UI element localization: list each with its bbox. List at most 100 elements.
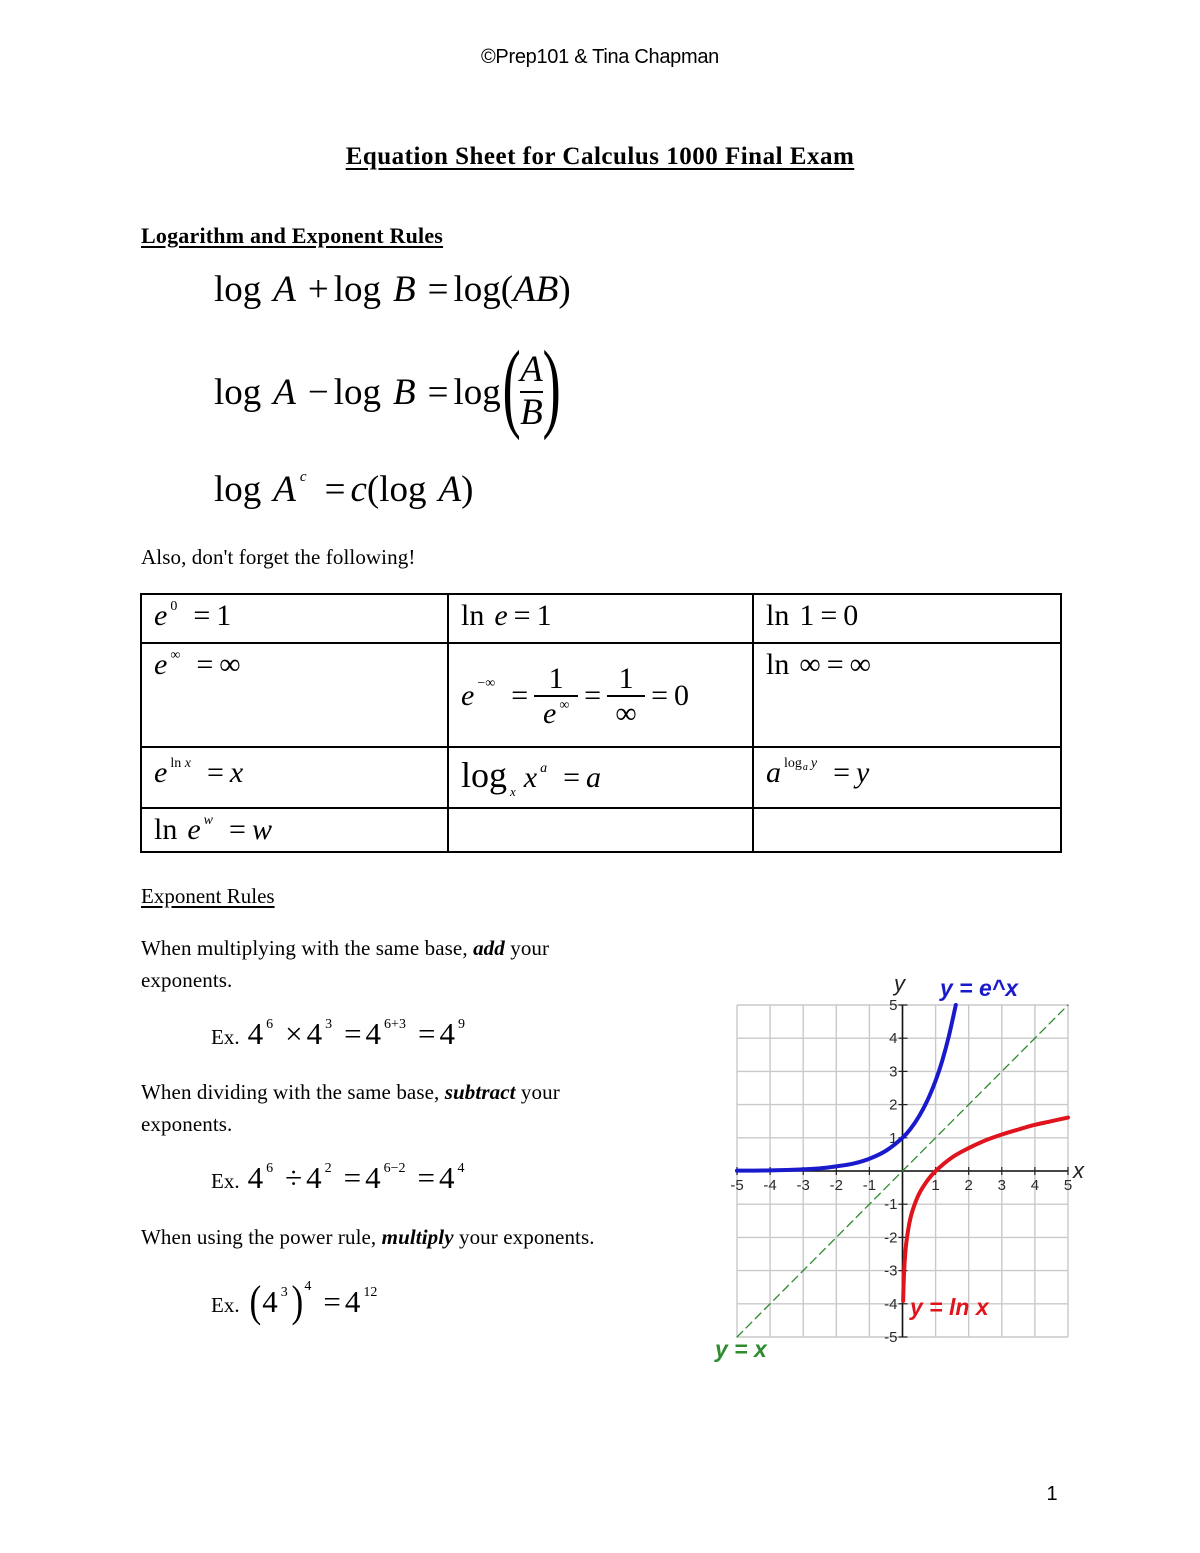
base: e — [154, 599, 168, 632]
var-a: A — [273, 269, 296, 310]
equals-sign: = — [511, 679, 529, 712]
base: 4 — [365, 1160, 381, 1195]
x-tick-label: -2 — [830, 1177, 843, 1194]
base: 4 — [247, 1016, 264, 1051]
equals-sign: = — [833, 756, 851, 789]
exponent: c — [299, 469, 307, 485]
table-cell: log x x a = a — [447, 746, 754, 809]
identity-e-zero: e 0 = 1 — [154, 599, 447, 633]
x-tick-label: -4 — [763, 1177, 776, 1194]
exponent: 6 — [266, 1017, 274, 1032]
table-row: e ln x = x log x x a = a a loga y = y — [140, 746, 1062, 809]
fn: ln — [170, 756, 182, 771]
result: 0 — [843, 599, 859, 632]
fn: log — [214, 469, 262, 510]
exponent: 6−2 — [383, 1161, 406, 1176]
fn: log — [379, 469, 427, 510]
equals-sign: = — [584, 679, 602, 712]
equals-sign: = — [417, 1016, 436, 1051]
x-tick-label: -5 — [730, 1177, 743, 1194]
times-sign: × — [285, 1016, 303, 1051]
section-heading-log-rules: Logarithm and Exponent Rules — [141, 223, 444, 248]
x-tick-label: 2 — [965, 1177, 973, 1194]
equals-sign: = — [826, 648, 844, 681]
x-tick-label: -3 — [797, 1177, 810, 1194]
base: e — [154, 648, 168, 681]
var-b: B — [393, 371, 416, 413]
result: ∞ — [849, 648, 872, 681]
exp-log-graph: -5 -4 -3 -2 -1 1 2 3 4 554321-1-2-3-4-5 x y y = e… — [714, 971, 1085, 1362]
exponent: 9 — [457, 1017, 465, 1032]
exponent: 4 — [457, 1161, 465, 1176]
var-a: A — [438, 469, 462, 510]
emphasis: add — [473, 936, 505, 960]
identity-e-neg-infinity: e −∞ = 1 e ∞ = 1 ∞ = 0 — [461, 648, 752, 744]
result: w — [251, 813, 272, 846]
rule-power-text: When using the power rule, multiply your… — [141, 1221, 595, 1253]
exponent: w — [203, 813, 214, 828]
identity-ln-e-w: ln e w = w — [154, 813, 447, 847]
equals-sign: = — [206, 756, 224, 789]
left-paren: ( — [502, 330, 521, 441]
identity-a-log-a-y: a loga y = y — [766, 756, 1060, 790]
argument: x — [184, 756, 191, 771]
x-tick-label: 5 — [1064, 1177, 1072, 1194]
result: a — [586, 761, 602, 794]
exponent: loga y — [784, 756, 817, 773]
equals-sign: = — [427, 269, 449, 310]
label-exp-curve: y = e^x — [939, 975, 1019, 1001]
exponent: 6+3 — [384, 1017, 406, 1032]
equals-sign: = — [193, 599, 211, 632]
equals-sign: = — [229, 813, 246, 846]
numerator: A — [520, 349, 543, 391]
document-page: ©Prep101 & Tina Chapman Equation Sheet f… — [0, 0, 1200, 1553]
paren: ) — [558, 269, 571, 310]
denominator: ∞ — [615, 697, 637, 730]
text: When using the power rule, — [141, 1225, 382, 1249]
y-tick-label: -2 — [884, 1229, 897, 1246]
fn: log — [333, 269, 382, 310]
fraction: 1 ∞ — [607, 662, 646, 730]
text: When dividing with the same base, — [141, 1080, 445, 1104]
log-base: x — [510, 784, 516, 799]
y-tick-label: -4 — [884, 1296, 897, 1313]
emphasis: subtract — [444, 1080, 516, 1104]
equals-sign: = — [563, 761, 581, 794]
exponent: 6 — [266, 1161, 274, 1176]
fraction: A B — [520, 349, 543, 433]
reminder-text: Also, don't forget the following! — [141, 545, 416, 569]
rule-multiply-text: When multiplying with the same base, add… — [141, 932, 611, 996]
identity-log-x-x-a: log x x a = a — [461, 754, 752, 799]
outer-exponent: 4 — [304, 1279, 312, 1294]
base: 4 — [365, 1016, 382, 1051]
fraction: 1 e ∞ — [534, 661, 579, 730]
exponent: a — [540, 761, 548, 776]
identity-ln-one: ln 1 = 0 — [766, 599, 1060, 633]
fn: ln — [766, 648, 790, 681]
table-cell: e ∞ = ∞ — [140, 642, 449, 748]
exponent: 12 — [363, 1285, 378, 1300]
y-tick-label: 4 — [889, 1030, 897, 1047]
table-cell: ln 1 = 0 — [752, 593, 1062, 644]
y-tick-label: -1 — [884, 1196, 897, 1213]
var-b: B — [393, 269, 416, 310]
argument: 1 — [799, 599, 815, 632]
x-axis-label: x — [1072, 1158, 1085, 1183]
equals-sign: = — [323, 1284, 341, 1319]
denominator: B — [520, 392, 543, 433]
example-label: Ex. — [211, 1169, 240, 1193]
table-cell: ln ∞ = ∞ — [752, 642, 1062, 748]
base: 4 — [247, 1160, 264, 1195]
result: 1 — [216, 599, 232, 632]
numerator: 1 — [548, 661, 564, 695]
result: y — [856, 756, 870, 789]
page-number: 1 — [1046, 1483, 1058, 1505]
label-identity-line: y = x — [714, 1336, 768, 1362]
exponent: 2 — [324, 1161, 332, 1176]
argument: e — [494, 599, 508, 632]
equation-log-product: log A + log B = log( AB ) — [214, 268, 571, 311]
equals-sign: = — [427, 371, 449, 413]
exponent: ∞ — [170, 648, 181, 663]
table-row: e ∞ = ∞ e −∞ = 1 e ∞ = 1 ∞ = 0 ln ∞ = ∞ — [140, 642, 1062, 748]
equation-log-power: log A c = c ( log A ) — [214, 468, 473, 511]
